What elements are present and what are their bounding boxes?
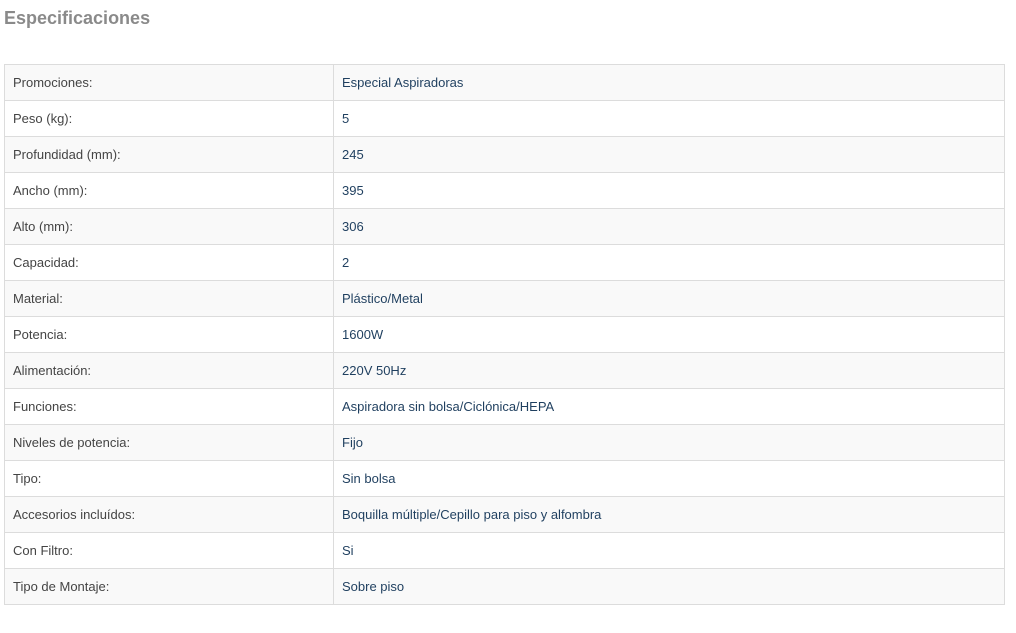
spec-value: Especial Aspiradoras (333, 64, 1005, 101)
specifications-table: Promociones: Especial Aspiradoras Peso (… (4, 64, 1005, 605)
spec-label: Ancho (mm): (4, 172, 334, 209)
spec-row-peso: Peso (kg): 5 (4, 100, 1005, 137)
spec-value: 1600W (333, 316, 1005, 353)
spec-value: Aspiradora sin bolsa/Ciclónica/HEPA (333, 388, 1005, 425)
spec-value: 306 (333, 208, 1005, 245)
spec-value: Boquilla múltiple/Cepillo para piso y al… (333, 496, 1005, 533)
spec-value: 395 (333, 172, 1005, 209)
spec-row-potencia: Potencia: 1600W (4, 316, 1005, 353)
spec-row-tipo: Tipo: Sin bolsa (4, 460, 1005, 497)
spec-label: Alimentación: (4, 352, 334, 389)
spec-label: Promociones: (4, 64, 334, 101)
spec-value: Plástico/Metal (333, 280, 1005, 317)
spec-row-tipo-de-montaje: Tipo de Montaje: Sobre piso (4, 568, 1005, 605)
spec-row-alto: Alto (mm): 306 (4, 208, 1005, 245)
spec-value: Sin bolsa (333, 460, 1005, 497)
section-title: Especificaciones (4, 8, 151, 28)
spec-label: Material: (4, 280, 334, 317)
spec-label: Alto (mm): (4, 208, 334, 245)
spec-value: Si (333, 532, 1005, 569)
spec-row-funciones: Funciones: Aspiradora sin bolsa/Ciclónic… (4, 388, 1005, 425)
spec-label: Potencia: (4, 316, 334, 353)
spec-row-alimentacion: Alimentación: 220V 50Hz (4, 352, 1005, 389)
spec-row-material: Material: Plástico/Metal (4, 280, 1005, 317)
spec-row-profundidad: Profundidad (mm): 245 (4, 136, 1005, 173)
spec-label: Funciones: (4, 388, 334, 425)
spec-label: Niveles de potencia: (4, 424, 334, 461)
spec-label: Tipo: (4, 460, 334, 497)
spec-value: Sobre piso (333, 568, 1005, 605)
spec-row-accesorios: Accesorios incluídos: Boquilla múltiple/… (4, 496, 1005, 533)
spec-row-niveles-de-potencia: Niveles de potencia: Fijo (4, 424, 1005, 461)
spec-value: 2 (333, 244, 1005, 281)
spec-row-capacidad: Capacidad: 2 (4, 244, 1005, 281)
spec-value: 5 (333, 100, 1005, 137)
spec-label: Profundidad (mm): (4, 136, 334, 173)
spec-value: 220V 50Hz (333, 352, 1005, 389)
spec-value: Fijo (333, 424, 1005, 461)
spec-row-con-filtro: Con Filtro: Si (4, 532, 1005, 569)
spec-row-ancho: Ancho (mm): 395 (4, 172, 1005, 209)
spec-label: Capacidad: (4, 244, 334, 281)
spec-label: Peso (kg): (4, 100, 334, 137)
spec-label: Accesorios incluídos: (4, 496, 334, 533)
spec-label: Tipo de Montaje: (4, 568, 334, 605)
spec-label: Con Filtro: (4, 532, 334, 569)
spec-row-promociones: Promociones: Especial Aspiradoras (4, 64, 1005, 101)
spec-value: 245 (333, 136, 1005, 173)
